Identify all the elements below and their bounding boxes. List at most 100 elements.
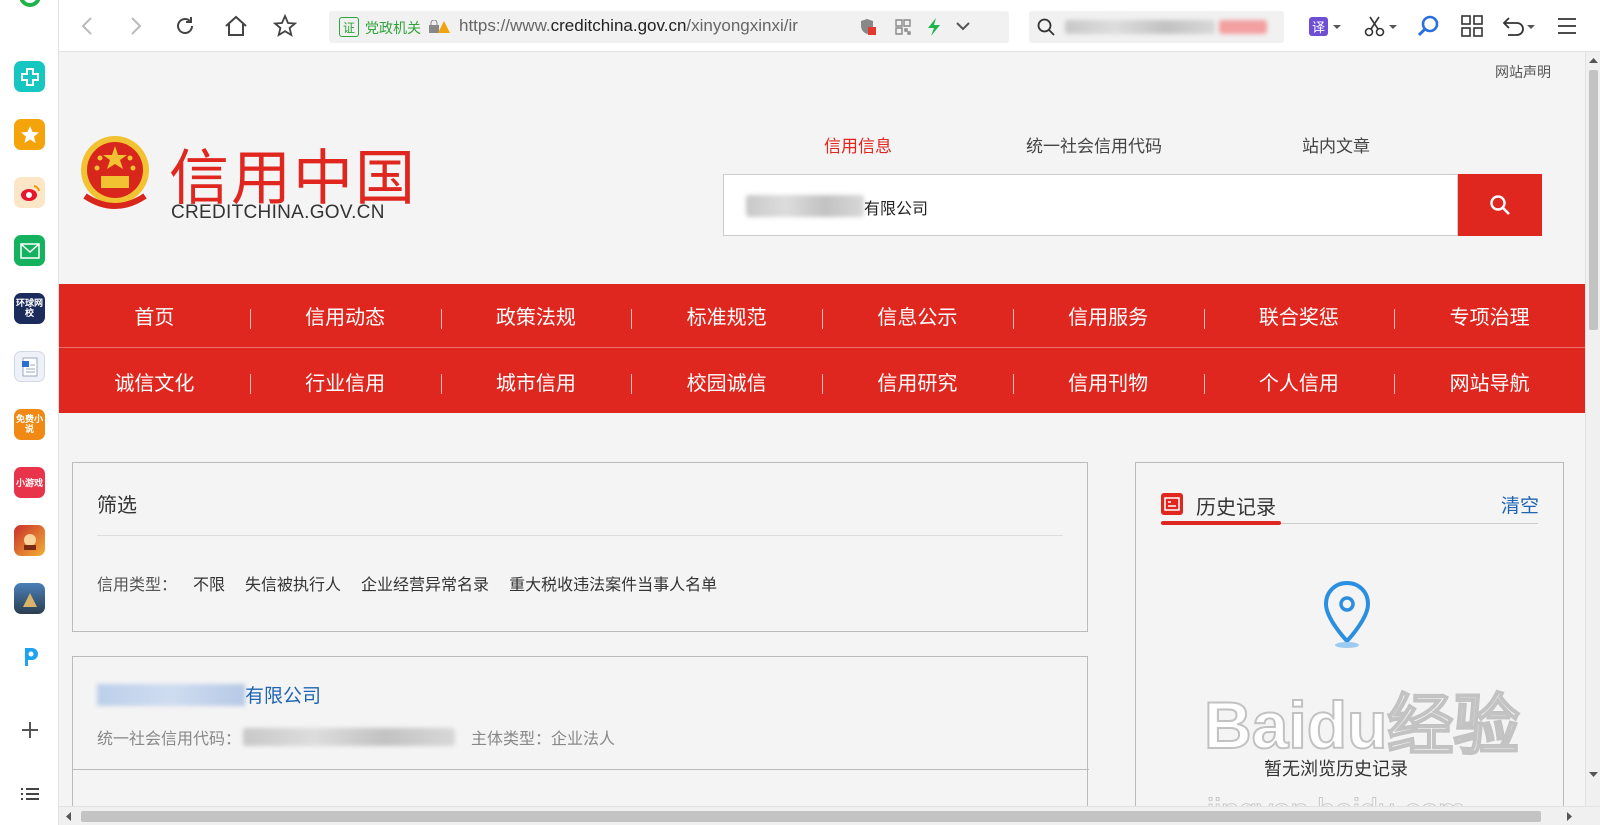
- browser-search-box[interactable]: [1029, 11, 1284, 43]
- blurred-company-name: [97, 684, 245, 706]
- blurred-credit-code: [243, 728, 456, 746]
- result-company-link[interactable]: 有限公司: [97, 681, 321, 708]
- clear-history-button[interactable]: 清空: [1501, 491, 1539, 518]
- scroll-right-icon[interactable]: [1567, 812, 1573, 821]
- history-title: 历史记录: [1196, 495, 1276, 519]
- nav-credit-research[interactable]: 信用研究: [822, 349, 1013, 413]
- nav-industry-credit[interactable]: 行业信用: [249, 349, 441, 413]
- history-panel: 历史记录 清空 暂无浏览历史记录: [1135, 462, 1564, 812]
- left-app-dock: 环球网校 免费小说 小游戏: [0, 0, 59, 825]
- browser-toolbar: 证 党政机关 https://www.creditchina.gov.cn/xi…: [59, 0, 1600, 52]
- undo-icon[interactable]: [1499, 12, 1539, 40]
- list-menu-icon[interactable]: [14, 778, 45, 809]
- gov-site-tag: 党政机关: [365, 21, 421, 37]
- reload-icon[interactable]: [171, 12, 199, 40]
- nav-special-governance[interactable]: 专项治理: [1394, 284, 1585, 347]
- nav-rewards-penalties[interactable]: 联合奖惩: [1203, 284, 1395, 347]
- apps-grid-icon[interactable]: [1458, 12, 1486, 40]
- url-prefix: https://www.: [459, 16, 551, 35]
- horizontal-scrollbar[interactable]: [59, 806, 1600, 825]
- news-school-label: 环球网校: [15, 298, 43, 319]
- menu-icon[interactable]: [1553, 12, 1581, 40]
- home-icon[interactable]: [222, 12, 250, 40]
- news-school-icon[interactable]: 环球网校: [14, 293, 45, 324]
- hero-game-icon[interactable]: [14, 525, 45, 556]
- mail-icon[interactable]: [14, 235, 45, 266]
- scissors-icon[interactable]: [1361, 12, 1401, 40]
- location-pin-icon: [1323, 581, 1371, 648]
- nav-integrity-culture[interactable]: 诚信文化: [59, 349, 250, 413]
- history-icon: [1161, 493, 1183, 515]
- web-page: 网站声明 信用中国 CREDITCHINA.GOV.CN 信用信息 统一社会信用…: [59, 52, 1585, 812]
- vertical-scrollbar[interactable]: [1585, 52, 1600, 812]
- url-domain: creditchina.gov.cn: [550, 16, 687, 35]
- p-app-icon[interactable]: [14, 641, 45, 672]
- site-logo-domain: CREDITCHINA.GOV.CN: [171, 202, 385, 223]
- battle-game-icon[interactable]: [14, 583, 45, 614]
- result-company-suffix: 有限公司: [245, 685, 322, 707]
- nav-standards[interactable]: 标准规范: [631, 284, 822, 347]
- result-meta: 统一社会信用代码： 主体类型： 企业法人: [97, 725, 615, 749]
- filter-option-all[interactable]: 不限: [193, 571, 225, 595]
- wechat-icon[interactable]: [14, 0, 45, 12]
- document-icon[interactable]: [14, 351, 45, 382]
- nav-credit-service[interactable]: 信用服务: [1012, 284, 1204, 347]
- translate-icon[interactable]: 译: [1305, 12, 1345, 40]
- scroll-down-icon[interactable]: [1589, 772, 1598, 778]
- company-search-input[interactable]: 有限公司: [723, 174, 1458, 236]
- nav-credit-journals[interactable]: 信用刊物: [1012, 349, 1204, 413]
- credit-code-label: 统一社会信用代码：: [97, 729, 242, 748]
- blurred-hot-tag: [1219, 20, 1267, 34]
- search-button[interactable]: [1458, 174, 1542, 236]
- filter-option-tax-violation[interactable]: 重大税收违法案件当事人名单: [509, 571, 717, 595]
- nav-home[interactable]: 首页: [59, 284, 250, 347]
- national-emblem-icon: [81, 136, 149, 209]
- nav-city-credit[interactable]: 城市信用: [440, 349, 632, 413]
- entity-type-label: 主体类型：: [471, 729, 552, 748]
- history-empty-text: 暂无浏览历史记录: [1264, 759, 1408, 780]
- address-bar[interactable]: 证 党政机关 https://www.creditchina.gov.cn/xi…: [329, 11, 1009, 43]
- horizontal-scroll-thumb[interactable]: [81, 811, 1541, 822]
- nav-campus-integrity[interactable]: 校园诚信: [631, 349, 822, 413]
- nav-policy[interactable]: 政策法规: [440, 284, 632, 347]
- lightning-icon[interactable]: [927, 18, 941, 36]
- filter-panel: 筛选 信用类型： 不限 失信被执行人 企业经营异常名录 重大税收违法案件当事人名…: [72, 462, 1088, 632]
- nav-disclosure[interactable]: 信息公示: [822, 284, 1013, 347]
- url-text: https://www.creditchina.gov.cn/xinyongxi…: [459, 16, 849, 36]
- qrcode-icon[interactable]: [895, 19, 911, 35]
- credit-type-filter: 信用类型： 不限 失信被执行人 企业经营异常名录 重大税收违法案件当事人名单: [97, 571, 717, 595]
- mini-game-label: 小游戏: [15, 479, 43, 489]
- search-tabs: 信用信息 统一社会信用代码 站内文章: [723, 132, 1543, 162]
- filter-option-abnormal[interactable]: 企业经营异常名录: [361, 571, 489, 595]
- scroll-left-icon[interactable]: [65, 812, 71, 821]
- magnifier-icon[interactable]: [1415, 12, 1443, 40]
- back-icon[interactable]: [73, 12, 101, 40]
- site-statement-link[interactable]: 网站声明: [1495, 62, 1551, 82]
- chevron-down-icon[interactable]: [955, 21, 971, 33]
- filter-option-dishonest[interactable]: 失信被执行人: [245, 571, 341, 595]
- weibo-icon[interactable]: [14, 177, 45, 208]
- nav-credit-news[interactable]: 信用动态: [249, 284, 441, 347]
- bookmark-star-icon[interactable]: [271, 12, 299, 40]
- tab-site-articles[interactable]: 站内文章: [1302, 132, 1370, 157]
- scroll-up-icon[interactable]: [1589, 57, 1598, 63]
- cert-badge-icon: 证: [339, 17, 359, 37]
- shield-block-icon[interactable]: [859, 18, 877, 36]
- filter-divider: [97, 535, 1063, 536]
- add-icon[interactable]: [14, 714, 45, 745]
- search-icon: [1037, 18, 1055, 36]
- novel-label: 免费小说: [15, 414, 43, 435]
- tab-credit-code[interactable]: 统一社会信用代码: [1026, 132, 1162, 157]
- filter-title: 筛选: [97, 493, 137, 517]
- health-app-icon[interactable]: [14, 61, 45, 92]
- forward-icon[interactable]: [122, 12, 150, 40]
- novel-icon[interactable]: 免费小说: [14, 409, 45, 440]
- browser-window: 环球网校 免费小说 小游戏 证 党政机关 https://www.creditc…: [0, 0, 1600, 825]
- nav-site-map[interactable]: 网站导航: [1394, 349, 1585, 413]
- vertical-scroll-thumb[interactable]: [1589, 70, 1598, 330]
- tab-credit-info[interactable]: 信用信息: [824, 132, 892, 157]
- nav-personal-credit[interactable]: 个人信用: [1203, 349, 1395, 413]
- mini-game-icon[interactable]: 小游戏: [14, 467, 45, 498]
- star-icon[interactable]: [14, 119, 45, 150]
- search-result-list: 有限公司 统一社会信用代码： 主体类型： 企业法人: [72, 656, 1089, 812]
